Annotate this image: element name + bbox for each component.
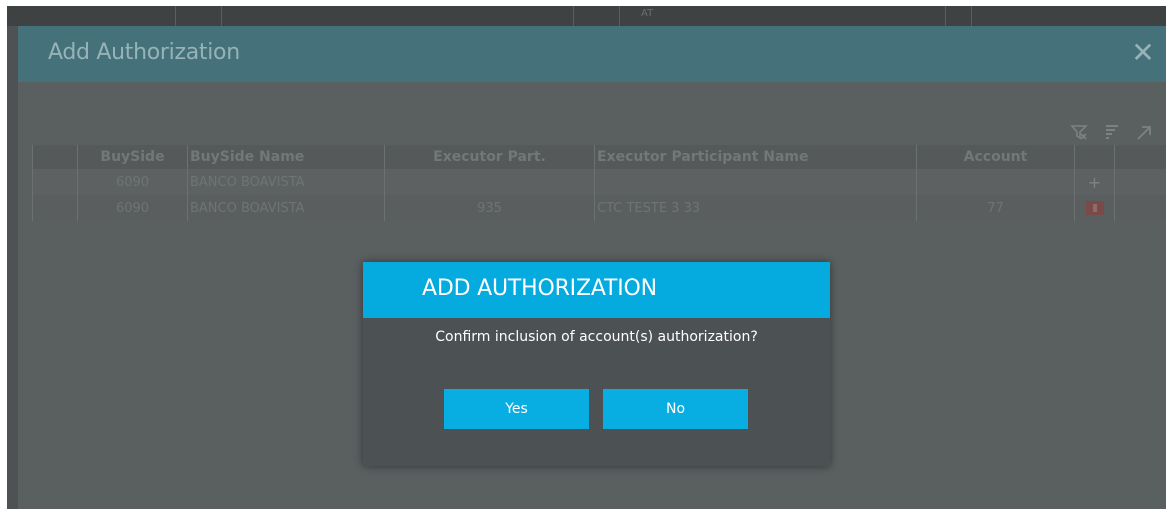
column-header-buyside[interactable]: BuySide xyxy=(77,145,188,169)
dialog-message: Confirm inclusion of account(s) authoriz… xyxy=(435,329,758,345)
dialog-header: ADD AUTHORIZATION xyxy=(363,262,830,318)
authorization-table: BuySide BuySide Name Executor Part. Exec… xyxy=(32,145,1166,221)
delete-row-cell xyxy=(1074,195,1115,221)
expand-icon[interactable] xyxy=(1133,124,1155,146)
cell-executor-part[interactable] xyxy=(384,169,595,195)
cell-account: 77 xyxy=(916,195,1075,221)
table-row[interactable]: 6090 BANCO BOAVISTA + xyxy=(32,169,1166,195)
trash-icon[interactable] xyxy=(1085,201,1104,215)
no-button[interactable]: No xyxy=(603,389,748,429)
row-selector[interactable] xyxy=(32,195,78,221)
strip-divider xyxy=(573,6,574,26)
dialog-title: ADD AUTHORIZATION xyxy=(422,276,657,301)
background-table-strip: AT xyxy=(7,6,1166,26)
confirm-dialog: ADD AUTHORIZATION Confirm inclusion of a… xyxy=(363,262,830,466)
strip-divider xyxy=(175,6,176,26)
clear-filter-icon[interactable] xyxy=(1068,124,1090,146)
select-column-header xyxy=(32,145,78,169)
strip-divider xyxy=(221,6,222,26)
column-header-executor-part[interactable]: Executor Part. xyxy=(384,145,595,169)
cell-buyside: 6090 xyxy=(77,195,188,221)
table-header-row: BuySide BuySide Name Executor Part. Exec… xyxy=(32,145,1166,169)
cell-buyside-name: BANCO BOAVISTA xyxy=(187,169,385,195)
strip-text: AT xyxy=(641,8,654,19)
table-row[interactable]: 6090 BANCO BOAVISTA 935 CTC TESTE 3 33 7… xyxy=(32,195,1166,221)
strip-divider xyxy=(971,6,972,26)
column-header-executor-participant-name[interactable]: Executor Participant Name xyxy=(594,145,917,169)
filler-column-header xyxy=(1114,145,1166,169)
filler-cell xyxy=(1114,169,1166,195)
modal-title: Add Authorization xyxy=(48,40,240,65)
cell-account[interactable] xyxy=(916,169,1075,195)
cell-executor-name: CTC TESTE 3 33 xyxy=(594,195,917,221)
application-window: AT Add Authorization ✕ BuySide BuySide N… xyxy=(7,6,1166,509)
row-selector[interactable] xyxy=(32,169,78,195)
strip-divider xyxy=(945,6,946,26)
column-header-buyside-name[interactable]: BuySide Name xyxy=(187,145,385,169)
cell-buyside: 6090 xyxy=(77,169,188,195)
yes-button[interactable]: Yes xyxy=(444,389,589,429)
cell-buyside-name: BANCO BOAVISTA xyxy=(187,195,385,221)
column-header-account[interactable]: Account xyxy=(916,145,1075,169)
modal-header: Add Authorization ✕ xyxy=(18,26,1166,82)
filler-cell xyxy=(1114,195,1166,221)
strip-divider xyxy=(619,6,620,26)
cell-executor-part: 935 xyxy=(384,195,595,221)
action-column-header xyxy=(1074,145,1115,169)
cell-executor-name xyxy=(594,169,917,195)
filter-icon[interactable] xyxy=(1101,124,1123,146)
close-icon[interactable]: ✕ xyxy=(1126,36,1160,70)
add-row-button[interactable]: + xyxy=(1074,169,1115,195)
